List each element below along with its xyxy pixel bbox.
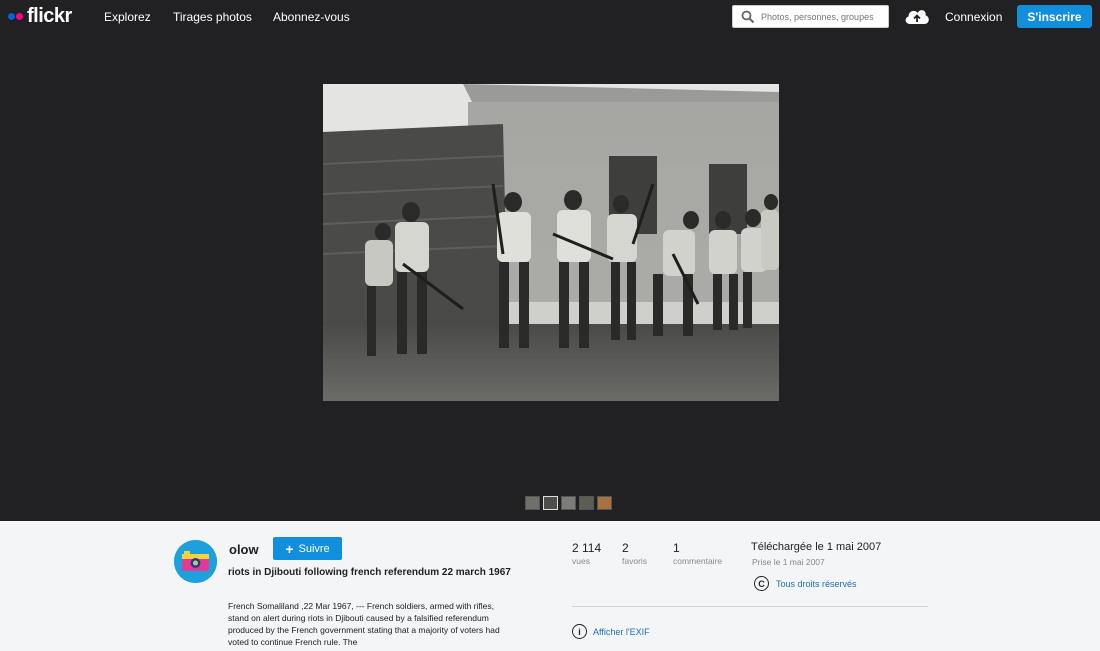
follow-label: Suivre xyxy=(298,542,330,555)
views-label: vues xyxy=(572,556,590,566)
photo-stage xyxy=(0,33,1100,521)
upload-cloud-icon[interactable] xyxy=(904,7,930,25)
flickr-logo[interactable]: flickr xyxy=(8,6,72,26)
license-link[interactable]: Tous droits réservés xyxy=(776,579,857,589)
exif-row: i Afficher l'EXIF xyxy=(572,624,650,639)
logo-blue-dot xyxy=(8,12,15,20)
logo-wordmark: flickr xyxy=(27,5,72,27)
comments-count: 1 xyxy=(673,541,680,555)
info-icon: i xyxy=(572,624,587,639)
photostream-thumbnails xyxy=(525,496,612,510)
favorites-count: 2 xyxy=(622,541,629,555)
owner-username[interactable]: olow xyxy=(229,542,259,557)
comments-stat: 1 commentaire xyxy=(673,541,722,566)
top-navigation-bar: flickr Explorez Tirages photos Abonnez-v… xyxy=(0,0,1100,33)
license-row: C Tous droits réservés xyxy=(754,576,857,591)
photo-description: French Somaliland ,22 Mar 1967, --- Fren… xyxy=(228,601,500,647)
copyright-icon: C xyxy=(754,576,769,591)
logo-pink-dot xyxy=(16,12,23,20)
follow-button[interactable]: + Suivre xyxy=(273,537,342,560)
photo-info-panel: olow + Suivre riots in Djibouti followin… xyxy=(0,521,1100,651)
divider xyxy=(572,606,928,607)
favorites-stat: 2 favoris xyxy=(622,541,647,566)
show-exif-link[interactable]: Afficher l'EXIF xyxy=(593,627,650,637)
thumbnail[interactable] xyxy=(525,496,540,510)
thumbnail[interactable] xyxy=(561,496,576,510)
search-box[interactable] xyxy=(732,5,889,28)
views-count: 2 114 xyxy=(572,541,602,555)
thumbnail[interactable] xyxy=(597,496,612,510)
nav-prints[interactable]: Tirages photos xyxy=(173,10,252,24)
upload-date: Téléchargée le 1 mai 2007 xyxy=(751,541,882,553)
plus-icon: + xyxy=(285,540,294,557)
thumbnail-current[interactable] xyxy=(543,496,558,510)
favorites-label: favoris xyxy=(622,556,648,566)
search-input[interactable] xyxy=(761,11,886,22)
comments-label: commentaire xyxy=(673,556,723,566)
views-stat: 2 114 vues xyxy=(572,541,601,566)
owner-avatar[interactable] xyxy=(174,540,217,583)
taken-date: Prise le 1 mai 2007 xyxy=(752,557,825,567)
nav-explore[interactable]: Explorez xyxy=(104,10,151,24)
photo-title: riots in Djibouti following french refer… xyxy=(228,567,511,578)
thumbnail[interactable] xyxy=(579,496,594,510)
camera-avatar-icon xyxy=(174,540,217,583)
main-photo[interactable] xyxy=(323,84,779,401)
search-icon xyxy=(741,10,755,23)
nav-subscribe[interactable]: Abonnez-vous xyxy=(273,10,350,24)
photo-image xyxy=(323,84,779,401)
signup-button[interactable]: S'inscrire xyxy=(1017,5,1092,28)
login-link[interactable]: Connexion xyxy=(945,10,1002,24)
